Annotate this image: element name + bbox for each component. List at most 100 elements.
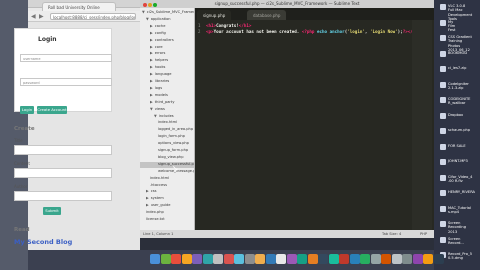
dock-app-icon[interactable]: [360, 254, 370, 264]
dock-app-icon[interactable]: [286, 254, 297, 264]
sidebar-tree-item[interactable]: login_form.php: [158, 134, 185, 138]
dock-app-icon[interactable]: [202, 254, 213, 264]
sidebar-tree-item[interactable]: ▶ controllers: [150, 38, 174, 42]
password-input[interactable]: password: [20, 78, 112, 86]
sidebar-tree-item[interactable]: ▶ logs: [150, 86, 162, 90]
minimap[interactable]: [412, 20, 432, 230]
dock-app-icon[interactable]: [381, 254, 391, 264]
desktop-file-label[interactable]: Screen Recording 2013: [448, 221, 478, 234]
dock-app-icon[interactable]: [244, 254, 255, 264]
sidebar-tree-item[interactable]: index.php: [146, 210, 164, 214]
code-line[interactable]: <p>Your account has not been created. <?…: [206, 29, 418, 34]
desktop-file-label[interactable]: MAC_Tutorial s.mp4: [448, 206, 478, 215]
disclosure-closed-icon[interactable]: ▶: [150, 79, 153, 83]
dock-app-icon[interactable]: [150, 254, 160, 264]
dock-app-icon[interactable]: [181, 254, 192, 264]
disclosure-closed-icon[interactable]: ▶: [150, 65, 153, 69]
status-syntax[interactable]: PHP: [420, 230, 427, 238]
dock-app-icon[interactable]: [423, 254, 433, 264]
disclosure-open-icon[interactable]: ▼: [150, 107, 153, 111]
dock-app-icon[interactable]: [433, 254, 444, 264]
desktop-file-icon[interactable]: [440, 50, 446, 57]
desktop-file-icon[interactable]: [440, 4, 446, 10]
sidebar-tree-item[interactable]: index.html: [158, 120, 177, 124]
sidebar-tree-item[interactable]: ▶ libraries: [150, 79, 169, 83]
sidebar-tree-item[interactable]: ▶ cache: [150, 24, 165, 28]
sidebar-tree-item[interactable]: options_view.php: [158, 141, 189, 145]
content-input[interactable]: [14, 168, 112, 178]
desktop-file-icon[interactable]: [440, 159, 446, 165]
dock-app-icon[interactable]: [328, 254, 339, 264]
desktop-file-label[interactable]: My Film Fest: [448, 20, 478, 33]
dock-app-icon[interactable]: [412, 254, 423, 264]
dock-app-icon[interactable]: [349, 254, 360, 264]
desktop-file-icon[interactable]: [440, 190, 446, 196]
desktop-file-icon[interactable]: [440, 128, 446, 134]
dock-app-icon[interactable]: [160, 254, 171, 264]
tab-signup[interactable]: signup.php: [197, 10, 232, 20]
disclosure-closed-icon[interactable]: ▶: [150, 93, 153, 97]
sidebar-tree-item[interactable]: ▼ includes: [154, 114, 174, 118]
author-input[interactable]: [14, 191, 112, 201]
sidebar-tree-item[interactable]: blog_view.php: [158, 155, 183, 159]
desktop-file-icon[interactable]: [440, 66, 446, 72]
dock-app-icon[interactable]: [192, 254, 202, 264]
sidebar-tree-item[interactable]: license.txt: [146, 217, 165, 221]
dock-app-icon[interactable]: [370, 254, 381, 264]
sidebar-tree-item[interactable]: ▶ core: [150, 45, 163, 49]
disclosure-closed-icon[interactable]: ▶: [150, 72, 153, 76]
close-icon[interactable]: [143, 3, 147, 7]
dock-app-icon[interactable]: [307, 254, 318, 264]
sidebar-tree-item[interactable]: signup_form.php: [158, 148, 188, 152]
address-bar[interactable]: localhost:8888/ci_sess/index.php/blog/lo…: [50, 13, 136, 20]
desktop-file-label[interactable]: CodeIgniter 2.1.3.zip: [448, 82, 478, 91]
sidebar-tree-item[interactable]: ▶ user_guide: [146, 203, 170, 207]
forward-icon[interactable]: ▶: [39, 13, 44, 20]
disclosure-closed-icon[interactable]: ▶: [146, 203, 149, 207]
desktop-file-label[interactable]: FOR SALE: [448, 144, 478, 148]
desktop-file-icon[interactable]: [440, 143, 446, 150]
desktop-file-label[interactable]: JOHNT.MP3: [448, 159, 478, 163]
disclosure-closed-icon[interactable]: ▶: [150, 86, 153, 90]
dock-app-icon[interactable]: [402, 254, 412, 264]
sidebar-tree-item[interactable]: ▶ third_party: [150, 100, 174, 104]
sidebar-tree-item[interactable]: ▼ application: [146, 17, 171, 21]
desktop-file-icon[interactable]: [440, 112, 446, 119]
login-button[interactable]: Login: [20, 106, 34, 114]
desktop-file-label[interactable]: Record_Pro_5 0.5.dmg: [448, 252, 478, 261]
desktop-file-label[interactable]: Dropbox: [448, 113, 478, 117]
sidebar-tree-item[interactable]: ▶ errors: [150, 51, 165, 55]
desktop-file-icon[interactable]: [440, 35, 446, 41]
disclosure-closed-icon[interactable]: ▶: [146, 196, 149, 200]
desktop-file-label[interactable]: Screen Record...: [448, 237, 478, 246]
blog-post-link[interactable]: My Second Blog: [14, 238, 72, 246]
sidebar-tree-item[interactable]: logged_in_area.php: [158, 127, 193, 131]
disclosure-open-icon[interactable]: ▼: [154, 114, 157, 118]
browser-tab[interactable]: Roll bad University Online: [42, 2, 116, 11]
zoom-icon[interactable]: [153, 3, 157, 7]
dock-app-icon[interactable]: [297, 254, 307, 264]
desktop-file-label[interactable]: HENRY_RIVERA: [448, 190, 478, 194]
desktop-file-icon[interactable]: [440, 221, 446, 227]
dock-app-icon[interactable]: [171, 254, 181, 264]
sidebar-tree-item[interactable]: ▶ helpers: [150, 58, 168, 62]
desktop-file-label[interactable]: CODEIGNITE R_wallbar: [448, 97, 478, 106]
disclosure-closed-icon[interactable]: ▶: [150, 24, 153, 28]
desktop-file-label[interactable]: Cifor_Video_4 .00 R.flv: [448, 175, 478, 184]
minimize-icon[interactable]: [148, 3, 152, 7]
tab-database[interactable]: database.php: [247, 10, 287, 20]
dock-app-icon[interactable]: [318, 254, 328, 264]
disclosure-open-icon[interactable]: ▼: [146, 17, 149, 21]
disclosure-closed-icon[interactable]: ▶: [146, 189, 149, 193]
disclosure-open-icon[interactable]: ▼: [142, 10, 145, 14]
desktop-file-label[interactable]: schaum.php: [448, 128, 478, 132]
sidebar-tree-item[interactable]: ▶ css: [146, 189, 157, 193]
dock-app-icon[interactable]: [234, 254, 244, 264]
dock-app-icon[interactable]: [223, 254, 234, 264]
desktop-file-icon[interactable]: [440, 174, 446, 181]
sidebar-tree-item[interactable]: ▶ models: [150, 93, 168, 97]
dock-app-icon[interactable]: [276, 254, 286, 264]
sidebar-tree-item[interactable]: ▶ system: [146, 196, 164, 200]
back-icon[interactable]: ◀: [31, 13, 36, 20]
sidebar-tree-item[interactable]: ▶ config: [150, 31, 166, 35]
